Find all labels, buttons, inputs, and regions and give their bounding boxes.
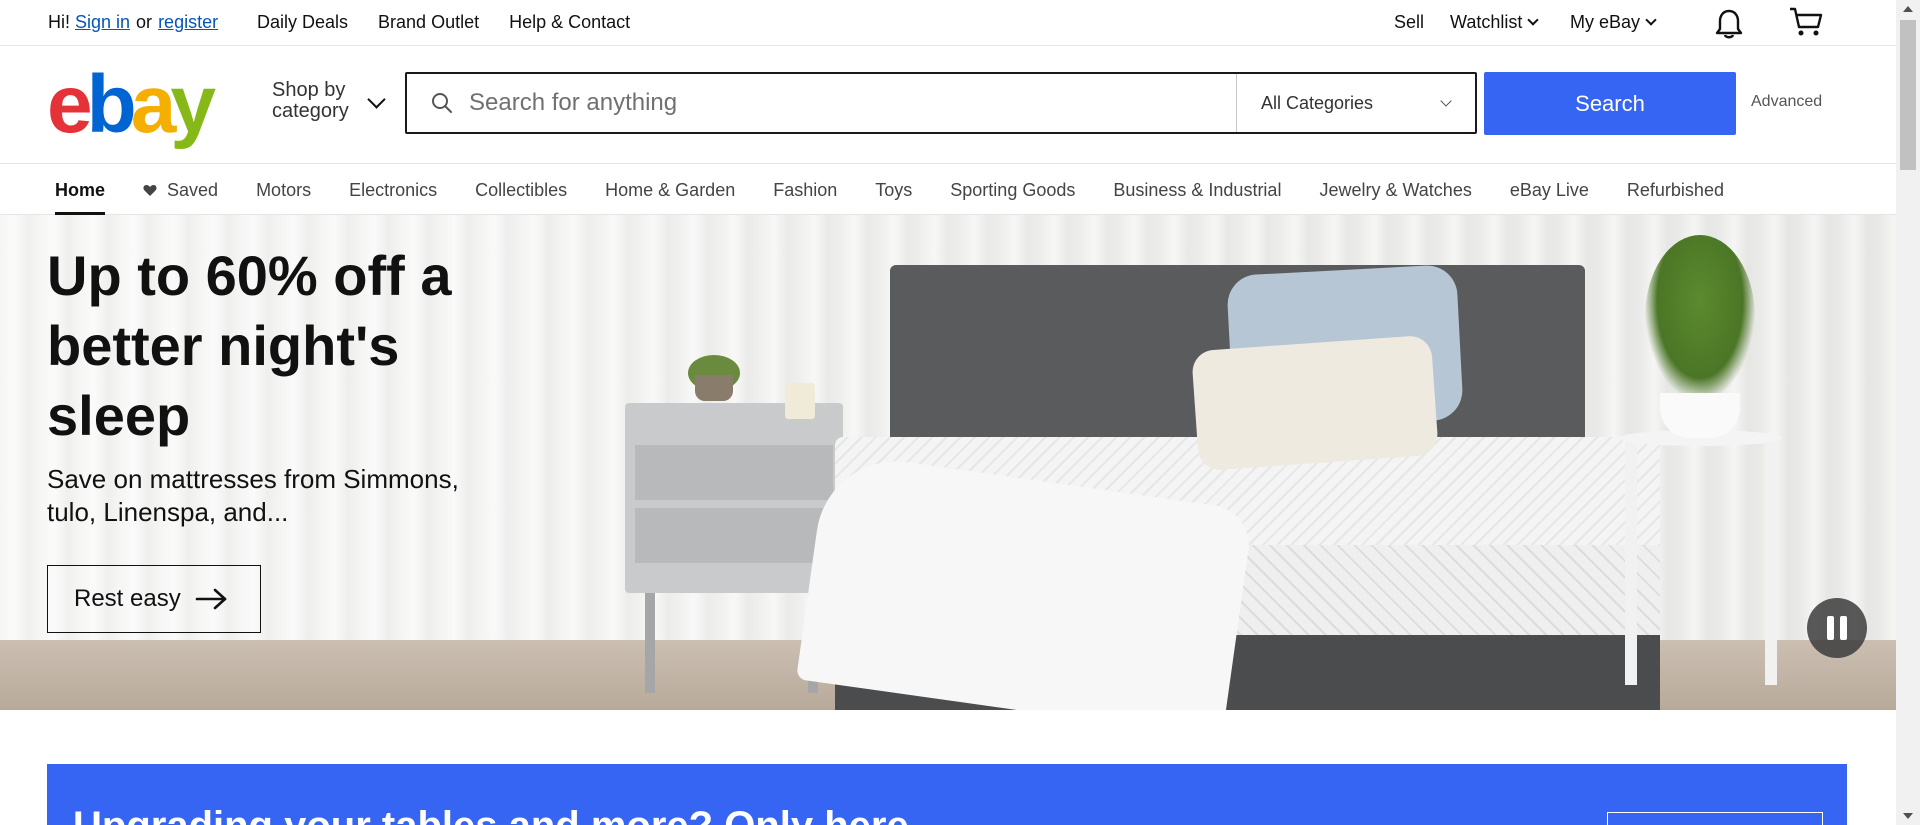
tab-electronics[interactable]: Electronics	[349, 165, 437, 215]
tab-label: Toys	[875, 179, 913, 200]
tab-label: Saved	[167, 179, 219, 200]
tab-label: Refurbished	[1626, 179, 1724, 200]
tab-label: Home	[55, 179, 106, 200]
mug	[785, 383, 815, 419]
category-nav: Home Saved Motors Electronics Collectibl…	[0, 165, 1896, 215]
tab-motors[interactable]: Motors	[256, 165, 311, 215]
watchlist-menu[interactable]: Watchlist	[1450, 12, 1560, 33]
nightstand-leg	[645, 593, 655, 693]
large-plant	[1645, 235, 1755, 400]
chevron-down-icon	[1527, 14, 1540, 26]
sell-label: Sell	[1393, 12, 1424, 32]
cart-icon[interactable]	[1788, 6, 1824, 43]
category-select-value: All Categories	[1261, 92, 1374, 113]
chevron-down-icon	[1440, 95, 1452, 107]
tab-label: Collectibles	[475, 179, 568, 200]
tab-label: Electronics	[349, 179, 438, 200]
tab-label: Business & Industrial	[1113, 179, 1282, 200]
tab-refurbished[interactable]: Refurbished	[1627, 165, 1724, 215]
scroll-down-icon[interactable]	[1903, 813, 1913, 819]
side-table-leg	[1765, 440, 1777, 685]
pillow	[1191, 334, 1439, 472]
promo-banner[interactable]: Upgrading your tables and more? Only her…	[47, 764, 1847, 825]
pause-icon	[1827, 616, 1834, 640]
tab-collectibles[interactable]: Collectibles	[475, 165, 567, 215]
arrow-right-icon	[195, 588, 227, 610]
search-bar: All Categories	[405, 72, 1477, 134]
advanced-search-link[interactable]: Advanced	[1751, 93, 1822, 111]
watchlist-label: Watchlist	[1450, 12, 1523, 32]
tab-home-garden[interactable]: Home & Garden	[605, 165, 735, 215]
daily-deals-link[interactable]: Daily Deals	[257, 12, 348, 33]
rest-easy-button[interactable]: Rest easy	[47, 565, 261, 633]
hero-title: Up to 60% off a better night's sleep	[47, 244, 452, 447]
tab-label: Jewelry & Watches	[1319, 179, 1472, 200]
side-table-leg	[1625, 440, 1637, 685]
brand-outlet-link[interactable]: Brand Outlet	[378, 12, 479, 33]
tab-fashion[interactable]: Fashion	[773, 165, 837, 215]
help-contact-link[interactable]: Help & Contact	[509, 12, 630, 33]
top-links: Daily Deals Brand Outlet Help & Contact	[257, 0, 660, 45]
logo-a: a	[130, 59, 177, 150]
pause-button[interactable]	[1807, 598, 1867, 658]
header: ebay Shop by category All Categories Sea…	[0, 46, 1896, 164]
tab-saved[interactable]: Saved	[143, 165, 218, 215]
register-link[interactable]: register	[158, 12, 218, 33]
heart-icon	[143, 184, 157, 196]
shop-by-line1: Shop by	[272, 79, 346, 101]
tab-business-industrial[interactable]: Business & Industrial	[1113, 165, 1281, 215]
sign-in-link[interactable]: Sign in	[75, 12, 130, 33]
logo-b: b	[86, 59, 137, 150]
small-plant-pot	[695, 375, 733, 401]
search-icon	[431, 92, 453, 114]
greeting-area: Hi! Sign in or register	[48, 0, 218, 45]
tab-label: Home & Garden	[605, 179, 736, 200]
tab-ebay-live[interactable]: eBay Live	[1510, 165, 1589, 215]
my-ebay-menu[interactable]: My eBay	[1570, 12, 1670, 33]
chevron-down-icon[interactable]	[367, 90, 386, 109]
top-bar: Hi! Sign in or register Daily Deals Bran…	[0, 0, 1896, 46]
sell-link[interactable]: Sell	[1394, 12, 1424, 33]
or-text: or	[136, 12, 153, 32]
scrollbar[interactable]	[1896, 0, 1920, 825]
my-ebay-label: My eBay	[1570, 12, 1641, 32]
tab-label: Fashion	[773, 179, 838, 200]
tab-toys[interactable]: Toys	[875, 165, 912, 215]
shop-by-line2: category	[272, 100, 349, 122]
category-select[interactable]: All Categories	[1236, 74, 1477, 132]
hero-banner[interactable]: Up to 60% off a better night's sleep Sav…	[0, 215, 1896, 710]
chevron-down-icon	[1645, 14, 1657, 26]
nightstand-drawer	[635, 508, 833, 563]
pause-icon	[1840, 616, 1847, 640]
shop-by-category-button[interactable]: Shop by category	[272, 80, 349, 122]
search-button[interactable]: Search	[1484, 72, 1736, 135]
rest-easy-label: Rest easy	[74, 585, 181, 612]
scroll-up-icon[interactable]	[1903, 6, 1913, 12]
large-plant-pot	[1660, 393, 1740, 438]
promo-banner-text: Upgrading your tables and more? Only her…	[73, 804, 942, 825]
scrollbar-thumb[interactable]	[1900, 20, 1916, 170]
hero-subtitle: Save on mattresses from Simmons, tulo, L…	[47, 464, 459, 527]
logo-y: y	[170, 59, 216, 150]
logo-e: e	[47, 59, 93, 150]
greeting-text: Hi!	[48, 12, 70, 32]
nightstand-drawer	[635, 445, 833, 500]
tab-jewelry-watches[interactable]: Jewelry & Watches	[1319, 165, 1471, 215]
ebay-logo[interactable]: ebay	[47, 64, 216, 146]
tab-label: Motors	[256, 179, 312, 200]
tab-label: eBay Live	[1509, 179, 1589, 200]
tab-sporting-goods[interactable]: Sporting Goods	[950, 165, 1075, 215]
search-input[interactable]	[469, 84, 1209, 122]
tab-label: Sporting Goods	[950, 179, 1076, 200]
tab-home[interactable]: Home	[55, 165, 106, 215]
bell-icon[interactable]	[1714, 8, 1744, 45]
promo-banner-button[interactable]	[1607, 812, 1823, 825]
